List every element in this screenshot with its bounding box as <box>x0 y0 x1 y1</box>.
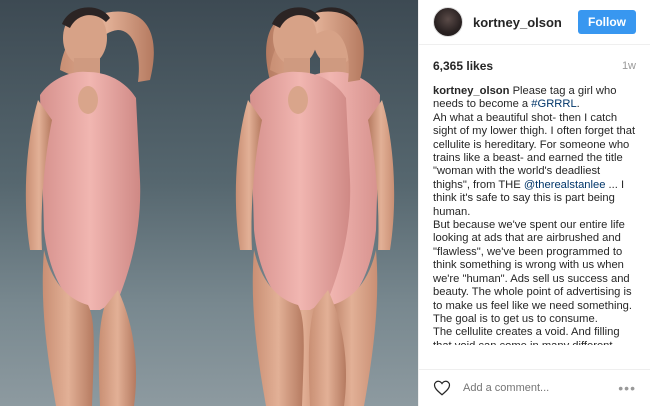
likes-row: 6,365 likes 1w <box>419 45 650 73</box>
mirrored-portrait-illustration <box>25 7 395 406</box>
caption: kortney_olson Please tag a girl who need… <box>419 73 650 345</box>
mention-link[interactable]: @therealstanlee <box>524 179 606 191</box>
hashtag-link[interactable]: #GRRRL <box>531 98 576 110</box>
username-link[interactable]: kortney_olson <box>473 15 578 30</box>
avatar[interactable] <box>433 7 463 37</box>
caption-paragraph-1: kortney_olson Please tag a girl who need… <box>433 85 636 112</box>
comment-input[interactable] <box>461 381 619 395</box>
heart-icon[interactable] <box>433 379 451 397</box>
follow-button[interactable]: Follow <box>578 10 636 34</box>
caption-paragraph-3: But because we've spent our entire life … <box>433 219 632 325</box>
caption-paragraph-2: Ah what a beautiful shot- then I catch s… <box>433 112 636 219</box>
post-age[interactable]: 1w <box>622 60 636 72</box>
post-sidebar: kortney_olson Follow 6,365 likes 1w kort… <box>418 0 650 406</box>
caption-paragraph-4: The cellulite creates a void. And fillin… <box>433 326 620 345</box>
post-header: kortney_olson Follow <box>419 0 650 45</box>
comment-bar: ••• <box>419 369 650 406</box>
caption-author[interactable]: kortney_olson <box>433 85 509 97</box>
caption-text-2: . <box>576 98 580 111</box>
more-options-icon[interactable]: ••• <box>618 380 636 396</box>
instagram-post: kortney_olson Follow 6,365 likes 1w kort… <box>0 0 650 406</box>
post-photo[interactable] <box>0 0 418 406</box>
likes-count[interactable]: 6,365 likes <box>433 59 493 73</box>
